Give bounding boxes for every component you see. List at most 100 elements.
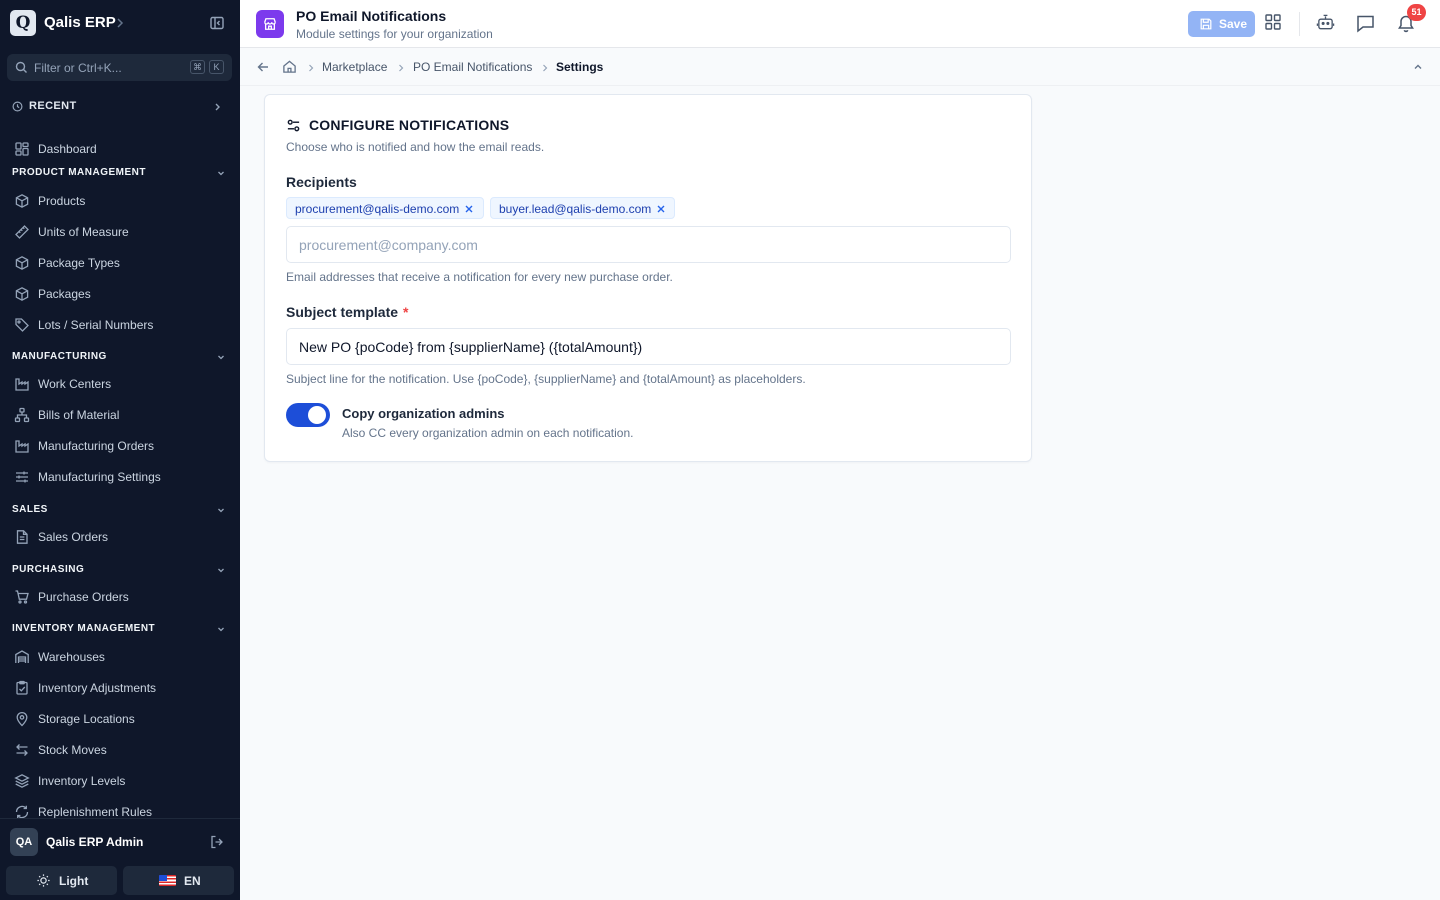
section-manufacturing[interactable]: MANUFACTURING — [12, 350, 228, 364]
sidebar-item-packages[interactable]: Packages — [8, 281, 232, 307]
clipboard-check-icon — [14, 680, 30, 696]
sidebar-item-label: Warehouses — [38, 650, 105, 664]
chevron-right-icon — [307, 63, 315, 73]
dashboard-icon — [14, 141, 30, 157]
sidebar-item-dashboard[interactable]: Dashboard — [8, 136, 232, 162]
user-name[interactable]: Qalis ERP Admin — [46, 835, 143, 849]
language-select-button[interactable]: EN — [123, 866, 234, 895]
sidebar-item-manufacturing-orders[interactable]: Manufacturing Orders — [8, 433, 232, 459]
warehouse-icon — [14, 649, 30, 665]
chevron-right-icon — [541, 63, 549, 73]
apps-grid-icon[interactable] — [1264, 13, 1282, 31]
app-logo[interactable]: Q — [10, 10, 36, 36]
recipient-email: buyer.lead@qalis-demo.com — [499, 202, 652, 216]
chevron-down-icon — [216, 624, 226, 634]
sidebar-item-products[interactable]: Products — [8, 188, 232, 214]
top-header: PO Email Notifications Module settings f… — [240, 0, 1440, 48]
breadcrumb-marketplace[interactable]: Marketplace — [322, 60, 387, 74]
factory-icon — [14, 376, 30, 392]
chevron-right-icon[interactable] — [115, 16, 125, 30]
chevron-down-icon — [216, 505, 226, 515]
layers-icon — [14, 773, 30, 789]
sidebar-item-label: Stock Moves — [38, 743, 107, 757]
close-icon[interactable] — [464, 204, 474, 214]
sidebar-item-package-types[interactable]: Package Types — [8, 250, 232, 276]
recipients-help: Email addresses that receive a notificat… — [286, 270, 673, 284]
sidebar-item-label: Inventory Adjustments — [38, 681, 157, 695]
sidebar-item-label: Inventory Levels — [38, 774, 126, 788]
breadcrumb: Marketplace PO Email Notifications Setti… — [240, 49, 1440, 86]
sidebar-item-inventory-levels[interactable]: Inventory Levels — [8, 768, 232, 794]
sidebar-item-label: Work Centers — [38, 377, 112, 391]
copy-admins-toggle[interactable] — [286, 403, 330, 427]
section-inventory-management[interactable]: INVENTORY MANAGEMENT — [12, 622, 228, 636]
recipient-chip: procurement@qalis-demo.com — [286, 197, 484, 219]
kbd-cmd: ⌘ — [190, 60, 205, 74]
section-product-management[interactable]: PRODUCT MANAGEMENT — [12, 166, 228, 180]
sidebar-item-work-centers[interactable]: Work Centers — [8, 371, 232, 397]
sidebar-item-manufacturing-settings[interactable]: Manufacturing Settings — [8, 464, 232, 490]
avatar[interactable]: QA — [10, 828, 38, 856]
toggle-knob — [308, 406, 326, 424]
page-subtitle: Module settings for your organization — [296, 27, 493, 41]
home-icon[interactable] — [282, 59, 297, 74]
sidebar-item-label: Units of Measure — [38, 225, 129, 239]
recent-label: RECENT — [29, 100, 77, 112]
save-button[interactable]: Save — [1188, 11, 1255, 37]
page-title: PO Email Notifications — [296, 8, 447, 24]
clock-icon — [12, 101, 23, 112]
chevron-right-icon — [397, 63, 405, 73]
recent-toggle[interactable]: RECENT — [12, 99, 222, 115]
map-pin-icon — [14, 711, 30, 727]
sidebar-item-inventory-adjustments[interactable]: Inventory Adjustments — [8, 675, 232, 701]
subject-label-text: Subject template — [286, 304, 399, 320]
sidebar-item-label: Storage Locations — [38, 712, 135, 726]
tag-icon — [14, 317, 30, 333]
sidebar-header: Q Qalis ERP — [0, 0, 240, 48]
sidebar-item-label: Package Types — [38, 256, 120, 270]
store-icon — [256, 10, 284, 38]
kbd-k: K — [209, 60, 224, 74]
language-label: EN — [184, 874, 201, 888]
sidebar-item-lots-serial-numbers[interactable]: Lots / Serial Numbers — [8, 312, 232, 338]
chat-icon[interactable] — [1355, 13, 1376, 34]
notification-badge: 51 — [1407, 4, 1426, 21]
breadcrumb-current: Settings — [556, 60, 604, 74]
section-sales[interactable]: SALES — [12, 503, 228, 517]
recipients-input[interactable] — [286, 226, 1011, 263]
ruler-icon — [14, 224, 30, 240]
logout-icon[interactable] — [209, 834, 225, 850]
subject-template-input[interactable] — [286, 328, 1011, 365]
us-flag-icon — [159, 875, 176, 886]
recipients-label: Recipients — [286, 174, 357, 190]
sidebar-item-units-of-measure[interactable]: Units of Measure — [8, 219, 232, 245]
sidebar-item-label: Dashboard — [38, 142, 97, 156]
sidebar-item-label: Lots / Serial Numbers — [38, 318, 154, 332]
cart-icon — [14, 589, 30, 605]
bot-icon[interactable] — [1316, 13, 1335, 32]
close-icon[interactable] — [656, 204, 666, 214]
box-icon — [14, 255, 30, 271]
factory-icon — [14, 438, 30, 454]
chevron-up-icon[interactable] — [1412, 61, 1424, 73]
theme-toggle-button[interactable]: Light — [6, 866, 117, 895]
header-divider — [1299, 12, 1300, 36]
sidebar-item-stock-moves[interactable]: Stock Moves — [8, 737, 232, 763]
arrows-left-right-icon — [14, 742, 30, 758]
breadcrumb-module[interactable]: PO Email Notifications — [413, 60, 532, 74]
section-label: MANUFACTURING — [12, 351, 107, 362]
sidebar-item-storage-locations[interactable]: Storage Locations — [8, 706, 232, 732]
sidebar-item-sales-orders[interactable]: Sales Orders — [8, 524, 232, 550]
search-placeholder: Filter or Ctrl+K... — [34, 61, 122, 75]
sidebar-item-bills-of-material[interactable]: Bills of Material — [8, 402, 232, 428]
sidebar-search[interactable]: Filter or Ctrl+K... ⌘ K — [7, 54, 232, 81]
back-arrow-icon[interactable] — [256, 60, 270, 74]
sidebar-item-label: Purchase Orders — [38, 590, 129, 604]
chevron-down-icon — [216, 565, 226, 575]
recipient-chip: buyer.lead@qalis-demo.com — [490, 197, 675, 219]
app-name[interactable]: Qalis ERP — [44, 14, 116, 31]
sidebar-item-warehouses[interactable]: Warehouses — [8, 644, 232, 670]
sidebar-collapse-icon[interactable] — [209, 15, 225, 31]
section-purchasing[interactable]: PURCHASING — [12, 563, 228, 577]
sidebar-item-purchase-orders[interactable]: Purchase Orders — [8, 584, 232, 610]
